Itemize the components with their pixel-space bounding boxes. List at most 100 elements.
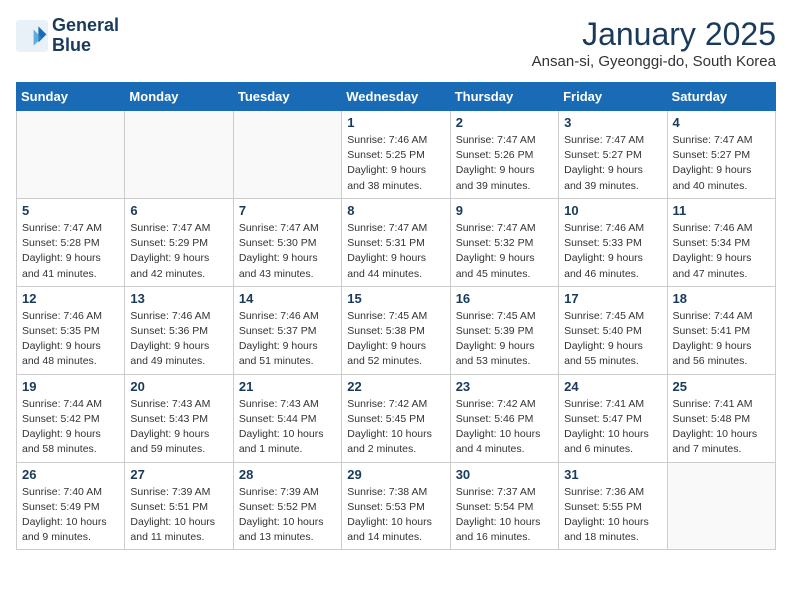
day-info: Sunrise: 7:47 AM Sunset: 5:28 PM Dayligh… — [22, 221, 119, 282]
calendar-cell: 21 Sunrise: 7:43 AM Sunset: 5:44 PM Dayli… — [233, 374, 341, 462]
day-of-week-header: Friday — [559, 83, 667, 111]
day-number: 2 — [456, 115, 553, 130]
calendar-cell: 14Sunrise: 7:46 AM Sunset: 5:37 PM Dayli… — [233, 286, 341, 374]
calendar-cell: 11Sunrise: 7:46 AM Sunset: 5:34 PM Dayli… — [667, 198, 775, 286]
day-of-week-header: Thursday — [450, 83, 558, 111]
day-number: 19 — [22, 379, 119, 394]
day-info: Sunrise: 7:46 AM Sunset: 5:35 PM Dayligh… — [22, 309, 119, 370]
day-number: 1 — [347, 115, 444, 130]
day-number: 22 — [347, 379, 444, 394]
day-info: Sunrise: 7:38 AM Sunset: 5:53 PM Dayligh… — [347, 485, 444, 546]
day-info: Sunrise: 7:43 AM Sunset: 5:43 PM Dayligh… — [130, 397, 227, 458]
calendar-cell: 2 Sunrise: 7:47 AM Sunset: 5:26 PM Daylig… — [450, 111, 558, 199]
day-info: Sunrise: 7:43 AM Sunset: 5:44 PM Dayligh… — [239, 397, 336, 458]
day-info: Sunrise: 7:47 AM Sunset: 5:26 PM Dayligh… — [456, 133, 553, 194]
day-info: Sunrise: 7:36 AM Sunset: 5:55 PM Dayligh… — [564, 485, 661, 546]
day-number: 30 — [456, 467, 553, 482]
page-header: General Blue January 2025 Ansan-si, Gyeo… — [16, 16, 776, 70]
calendar-cell: 24 Sunrise: 7:41 AM Sunset: 5:47 PM Dayli… — [559, 374, 667, 462]
calendar-cell: 31 Sunrise: 7:36 AM Sunset: 5:55 PM Dayli… — [559, 462, 667, 550]
day-number: 10 — [564, 203, 661, 218]
logo-text: General Blue — [52, 16, 119, 56]
calendar-cell: 12Sunrise: 7:46 AM Sunset: 5:35 PM Dayli… — [17, 286, 125, 374]
calendar-cell: 26 Sunrise: 7:40 AM Sunset: 5:49 PM Dayli… — [17, 462, 125, 550]
day-number: 28 — [239, 467, 336, 482]
logo-line2: Blue — [52, 36, 119, 56]
day-info: Sunrise: 7:39 AM Sunset: 5:52 PM Dayligh… — [239, 485, 336, 546]
day-info: Sunrise: 7:47 AM Sunset: 5:27 PM Dayligh… — [673, 133, 770, 194]
calendar-cell: 15 Sunrise: 7:45 AM Sunset: 5:38 PM Dayli… — [342, 286, 450, 374]
calendar-cell: 20Sunrise: 7:43 AM Sunset: 5:43 PM Dayli… — [125, 374, 233, 462]
calendar-title: January 2025 — [532, 16, 776, 53]
day-of-week-header: Sunday — [17, 83, 125, 111]
calendar-cell: 6 Sunrise: 7:47 AM Sunset: 5:29 PM Daylig… — [125, 198, 233, 286]
day-number: 5 — [22, 203, 119, 218]
day-info: Sunrise: 7:45 AM Sunset: 5:38 PM Dayligh… — [347, 309, 444, 370]
calendar-cell: 4 Sunrise: 7:47 AM Sunset: 5:27 PM Daylig… — [667, 111, 775, 199]
day-info: Sunrise: 7:44 AM Sunset: 5:42 PM Dayligh… — [22, 397, 119, 458]
calendar-cell: 19 Sunrise: 7:44 AM Sunset: 5:42 PM Dayli… — [17, 374, 125, 462]
calendar-subtitle: Ansan-si, Gyeonggi-do, South Korea — [532, 53, 776, 70]
day-info: Sunrise: 7:47 AM Sunset: 5:31 PM Dayligh… — [347, 221, 444, 282]
day-number: 21 — [239, 379, 336, 394]
calendar-cell: 1 Sunrise: 7:46 AM Sunset: 5:25 PM Daylig… — [342, 111, 450, 199]
day-info: Sunrise: 7:42 AM Sunset: 5:45 PM Dayligh… — [347, 397, 444, 458]
day-info: Sunrise: 7:46 AM Sunset: 5:36 PM Dayligh… — [130, 309, 227, 370]
day-number: 16 — [456, 291, 553, 306]
calendar-cell: 27Sunrise: 7:39 AM Sunset: 5:51 PM Dayli… — [125, 462, 233, 550]
calendar-cell — [667, 462, 775, 550]
day-number: 15 — [347, 291, 444, 306]
day-info: Sunrise: 7:47 AM Sunset: 5:30 PM Dayligh… — [239, 221, 336, 282]
day-info: Sunrise: 7:37 AM Sunset: 5:54 PM Dayligh… — [456, 485, 553, 546]
day-info: Sunrise: 7:47 AM Sunset: 5:27 PM Dayligh… — [564, 133, 661, 194]
calendar-cell — [125, 111, 233, 199]
day-info: Sunrise: 7:46 AM Sunset: 5:25 PM Dayligh… — [347, 133, 444, 194]
calendar-cell: 23 Sunrise: 7:42 AM Sunset: 5:46 PM Dayli… — [450, 374, 558, 462]
day-number: 24 — [564, 379, 661, 394]
day-number: 3 — [564, 115, 661, 130]
calendar-cell: 22 Sunrise: 7:42 AM Sunset: 5:45 PM Dayli… — [342, 374, 450, 462]
calendar-week-row: 19 Sunrise: 7:44 AM Sunset: 5:42 PM Dayli… — [17, 374, 776, 462]
calendar-cell — [233, 111, 341, 199]
logo-line1: General — [52, 16, 119, 36]
calendar-cell: 28 Sunrise: 7:39 AM Sunset: 5:52 PM Dayli… — [233, 462, 341, 550]
day-number: 4 — [673, 115, 770, 130]
day-number: 26 — [22, 467, 119, 482]
day-number: 14 — [239, 291, 336, 306]
day-of-week-header: Monday — [125, 83, 233, 111]
day-info: Sunrise: 7:47 AM Sunset: 5:32 PM Dayligh… — [456, 221, 553, 282]
day-info: Sunrise: 7:42 AM Sunset: 5:46 PM Dayligh… — [456, 397, 553, 458]
day-info: Sunrise: 7:44 AM Sunset: 5:41 PM Dayligh… — [673, 309, 770, 370]
calendar-table: SundayMondayTuesdayWednesdayThursdayFrid… — [16, 82, 776, 550]
logo: General Blue — [16, 16, 119, 56]
day-number: 9 — [456, 203, 553, 218]
calendar-cell: 9 Sunrise: 7:47 AM Sunset: 5:32 PM Daylig… — [450, 198, 558, 286]
day-number: 25 — [673, 379, 770, 394]
day-info: Sunrise: 7:40 AM Sunset: 5:49 PM Dayligh… — [22, 485, 119, 546]
calendar-cell: 18Sunrise: 7:44 AM Sunset: 5:41 PM Dayli… — [667, 286, 775, 374]
day-info: Sunrise: 7:47 AM Sunset: 5:29 PM Dayligh… — [130, 221, 227, 282]
calendar-cell — [17, 111, 125, 199]
calendar-week-row: 26 Sunrise: 7:40 AM Sunset: 5:49 PM Dayli… — [17, 462, 776, 550]
calendar-cell: 30 Sunrise: 7:37 AM Sunset: 5:54 PM Dayli… — [450, 462, 558, 550]
calendar-week-row: 1 Sunrise: 7:46 AM Sunset: 5:25 PM Daylig… — [17, 111, 776, 199]
calendar-cell: 7Sunrise: 7:47 AM Sunset: 5:30 PM Daylig… — [233, 198, 341, 286]
day-info: Sunrise: 7:41 AM Sunset: 5:48 PM Dayligh… — [673, 397, 770, 458]
calendar-cell: 10 Sunrise: 7:46 AM Sunset: 5:33 PM Dayli… — [559, 198, 667, 286]
calendar-week-row: 5 Sunrise: 7:47 AM Sunset: 5:28 PM Daylig… — [17, 198, 776, 286]
calendar-cell: 8Sunrise: 7:47 AM Sunset: 5:31 PM Daylig… — [342, 198, 450, 286]
calendar-cell: 25 Sunrise: 7:41 AM Sunset: 5:48 PM Dayli… — [667, 374, 775, 462]
day-number: 29 — [347, 467, 444, 482]
day-number: 27 — [130, 467, 227, 482]
day-info: Sunrise: 7:45 AM Sunset: 5:39 PM Dayligh… — [456, 309, 553, 370]
calendar-cell: 5 Sunrise: 7:47 AM Sunset: 5:28 PM Daylig… — [17, 198, 125, 286]
day-info: Sunrise: 7:46 AM Sunset: 5:33 PM Dayligh… — [564, 221, 661, 282]
day-of-week-header: Saturday — [667, 83, 775, 111]
day-of-week-header: Wednesday — [342, 83, 450, 111]
day-info: Sunrise: 7:41 AM Sunset: 5:47 PM Dayligh… — [564, 397, 661, 458]
day-number: 23 — [456, 379, 553, 394]
day-number: 6 — [130, 203, 227, 218]
day-number: 31 — [564, 467, 661, 482]
calendar-cell: 17Sunrise: 7:45 AM Sunset: 5:40 PM Dayli… — [559, 286, 667, 374]
day-info: Sunrise: 7:45 AM Sunset: 5:40 PM Dayligh… — [564, 309, 661, 370]
